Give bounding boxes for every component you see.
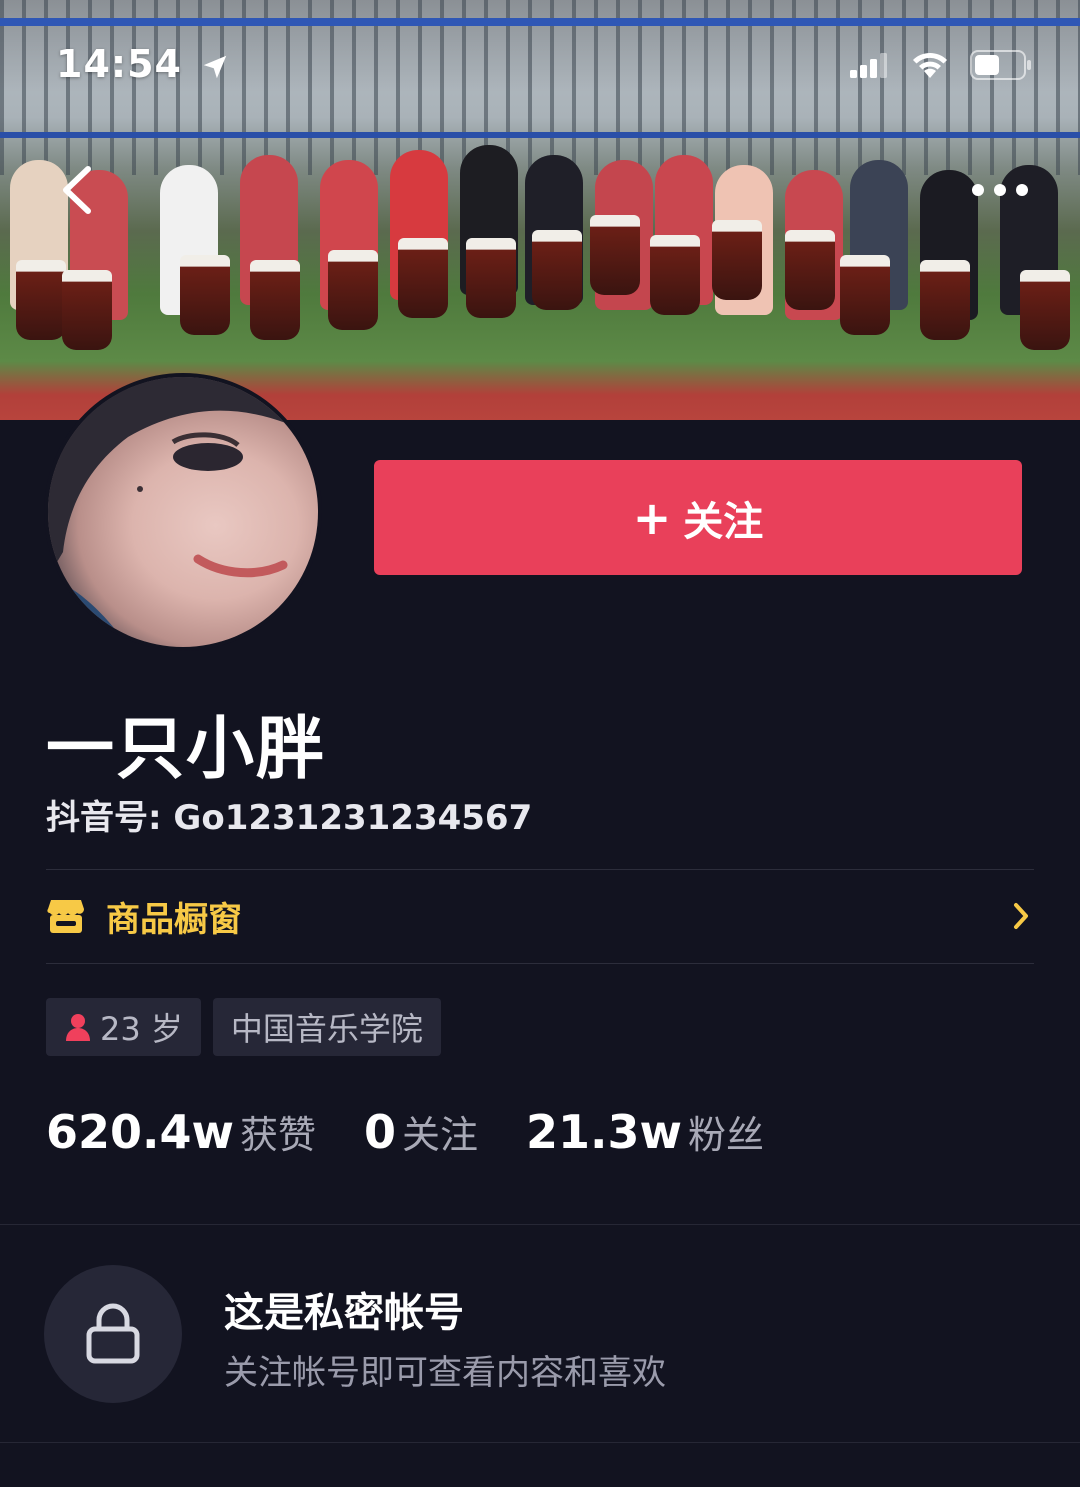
cellular-signal-icon bbox=[850, 53, 887, 78]
section-divider bbox=[0, 1442, 1080, 1443]
wifi-icon bbox=[913, 52, 947, 78]
location-arrow-icon bbox=[203, 55, 227, 78]
private-notice-subtitle: 关注帐号即可查看内容和喜欢 bbox=[224, 1353, 666, 1393]
followers-count: 21.3w bbox=[526, 1105, 683, 1159]
following-count: 0 bbox=[364, 1105, 397, 1159]
school-tag: 中国音乐学院 bbox=[212, 998, 441, 1056]
age-tag-label: 23 岁 bbox=[100, 1010, 183, 1048]
plus-icon: + bbox=[632, 490, 672, 545]
banner-photo-content bbox=[0, 120, 1080, 370]
section-divider bbox=[0, 1224, 1080, 1225]
followers-stat[interactable]: 21.3w 粉丝 bbox=[526, 1104, 764, 1159]
avatar-photo bbox=[48, 377, 318, 647]
shop-showcase-row[interactable]: 商品橱窗 bbox=[46, 870, 1034, 962]
likes-label: 获赞 bbox=[240, 1113, 317, 1157]
chevron-left-icon bbox=[63, 166, 91, 214]
follow-button[interactable]: + 关注 bbox=[374, 460, 1022, 575]
profile-username: 一只小胖 bbox=[46, 710, 327, 789]
following-stat[interactable]: 0 关注 bbox=[364, 1104, 478, 1159]
likes-count: 620.4w bbox=[46, 1105, 234, 1159]
female-user-icon bbox=[66, 1014, 90, 1041]
storefront-icon bbox=[47, 900, 84, 933]
followers-label: 粉丝 bbox=[688, 1113, 765, 1157]
battery-icon bbox=[970, 50, 1031, 80]
private-account-notice: 这是私密帐号 关注帐号即可查看内容和喜欢 bbox=[44, 1265, 1044, 1405]
chevron-right-icon bbox=[1014, 903, 1028, 929]
more-dots-icon bbox=[972, 184, 1028, 196]
follow-button-label: 关注 bbox=[683, 498, 764, 545]
profile-account-id[interactable]: 抖音号: Go1231231234567 bbox=[46, 790, 532, 839]
age-tag: 23 岁 bbox=[46, 998, 201, 1056]
profile-tags: 23 岁 中国音乐学院 bbox=[46, 998, 441, 1056]
status-bar-time: 14:54 bbox=[56, 42, 230, 86]
profile-stats: 620.4w 获赞 0 关注 21.3w 粉丝 bbox=[46, 1104, 812, 1159]
lock-badge bbox=[44, 1265, 182, 1403]
likes-stat[interactable]: 620.4w 获赞 bbox=[46, 1104, 316, 1159]
following-label: 关注 bbox=[402, 1113, 479, 1157]
divider bbox=[46, 963, 1034, 964]
lock-icon bbox=[86, 1303, 140, 1364]
profile-screen: 14:54 + 关注 一只小胖 抖音号: Go1231231234567 商品橱… bbox=[0, 0, 1080, 1487]
more-options-button[interactable] bbox=[970, 180, 1030, 200]
private-notice-title: 这是私密帐号 bbox=[224, 1290, 464, 1336]
status-bar-indicators bbox=[850, 50, 1032, 80]
profile-avatar[interactable] bbox=[44, 373, 322, 651]
back-button[interactable] bbox=[56, 165, 100, 215]
school-tag-label: 中国音乐学院 bbox=[230, 1010, 423, 1048]
shop-showcase-label: 商品橱窗 bbox=[106, 899, 242, 940]
